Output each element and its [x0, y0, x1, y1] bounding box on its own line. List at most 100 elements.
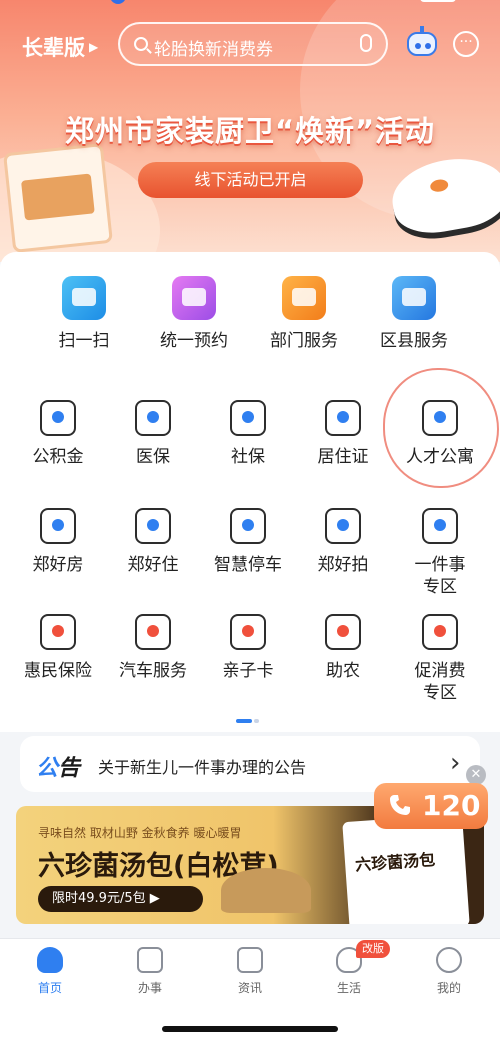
chevron-right-icon: › [450, 748, 461, 778]
car-person-icon [135, 614, 171, 650]
service-label: 社保 [231, 447, 265, 467]
basket-icon [325, 614, 361, 650]
overlap-squares-icon [422, 508, 458, 544]
service-label: 郑好住 [127, 555, 179, 575]
assistant-robot-icon[interactable] [405, 26, 439, 62]
district-icon [392, 276, 436, 320]
service-label: 郑好拍 [317, 555, 369, 575]
service-medical-insurance[interactable]: 医保 [103, 400, 203, 468]
medical-kit-icon [135, 400, 171, 436]
notice-tag: 公告 [36, 756, 81, 781]
notice-text: 关于新生儿一件事办理的公告 [98, 758, 307, 777]
service-car-service[interactable]: 汽车服务 [103, 614, 203, 682]
service-label: 汽车服务 [119, 661, 187, 681]
close-icon[interactable]: ✕ [466, 765, 486, 785]
tab-services[interactable]: 办事 [120, 947, 180, 996]
service-appointment[interactable]: 统一预约 [144, 276, 244, 352]
service-label: 扫一扫 [58, 331, 110, 351]
clock-icon [137, 947, 163, 973]
service-label: 医保 [136, 447, 170, 467]
ad-tagline: 寻味自然 取材山野 金秋食养 暖心暖胃 [38, 826, 242, 840]
service-departments[interactable]: 部门服务 [254, 276, 354, 352]
elder-mode-label: 长辈版 [22, 36, 85, 60]
scan-icon [62, 276, 106, 320]
service-benefit-insurance[interactable]: 惠民保险 [8, 614, 108, 682]
house-medal-icon [135, 508, 171, 544]
mushroom-image [221, 868, 311, 913]
tab-home[interactable]: 首页 [20, 947, 80, 996]
service-label: 公积金 [32, 447, 84, 467]
page-indicator [254, 719, 259, 723]
service-label: 一件事 专区 [414, 555, 466, 597]
service-zhenghaofang[interactable]: 郑好房 [8, 508, 108, 576]
id-card-icon [325, 400, 361, 436]
redesign-badge: 改版 [356, 940, 390, 958]
service-housing-fund[interactable]: 公积金 [8, 400, 108, 468]
home-indicator [162, 1026, 338, 1032]
service-scan[interactable]: 扫一扫 [34, 276, 134, 352]
banner-title: 郑州市家装厨卫“焕新”活动 [64, 114, 436, 148]
chevron-right-icon: ▶ [89, 40, 99, 54]
banner-activity-button[interactable]: 线下活动已开启 [138, 162, 363, 198]
ad-price-button[interactable]: 限时49.9元/5包 ▶ [38, 886, 203, 912]
department-icon [282, 276, 326, 320]
service-social-security[interactable]: 社保 [198, 400, 298, 468]
service-label: 助农 [326, 661, 360, 681]
document-icon [237, 947, 263, 973]
service-label: 惠民保险 [24, 661, 92, 681]
service-agriculture[interactable]: 助农 [293, 614, 393, 682]
camera-icon [325, 508, 361, 544]
service-districts[interactable]: 区县服务 [364, 276, 464, 352]
page-indicator-active [236, 719, 252, 723]
service-label: 居住证 [317, 447, 369, 467]
service-label: 区县服务 [380, 331, 448, 351]
service-consumption-zone[interactable]: 促消费 专区 [390, 614, 490, 704]
service-zhenghaozhu[interactable]: 郑好住 [103, 508, 203, 576]
home-icon [37, 947, 63, 973]
more-options-icon[interactable]: ··· [453, 31, 479, 57]
service-label: 统一预约 [160, 331, 228, 351]
service-label: 智慧停车 [214, 555, 282, 575]
hands-house-icon [40, 508, 76, 544]
tab-profile[interactable]: 我的 [419, 947, 479, 996]
product-package-image: 六珍菌汤包 [342, 813, 470, 924]
tab-label: 生活 [336, 981, 361, 995]
tab-news[interactable]: 资讯 [220, 947, 280, 996]
service-label: 亲子卡 [222, 661, 274, 681]
ticket-icon [422, 614, 458, 650]
tab-label: 首页 [37, 981, 62, 995]
elder-mode-switch[interactable]: 长辈版 ▶ [22, 32, 98, 62]
service-label: 部门服务 [270, 331, 338, 351]
appointment-icon [172, 276, 216, 320]
tab-label: 资讯 [237, 981, 262, 995]
location-icon [110, 0, 126, 4]
search-icon [134, 37, 148, 51]
user-icon [436, 947, 462, 973]
service-zhenghaopai[interactable]: 郑好拍 [293, 508, 393, 576]
microphone-icon[interactable] [360, 34, 372, 52]
service-parent-child-card[interactable]: 亲子卡 [198, 614, 298, 682]
card-icon [230, 400, 266, 436]
house-yen-icon [40, 400, 76, 436]
status-bar [0, 0, 500, 10]
shield-hands-icon [40, 614, 76, 650]
tab-label: 办事 [137, 981, 162, 995]
service-one-thing-zone[interactable]: 一件事 专区 [390, 508, 490, 598]
parking-car-icon [230, 508, 266, 544]
service-label: 郑好房 [32, 555, 84, 575]
emergency-number: 120 [422, 789, 481, 822]
search-placeholder: 轮胎换新消费券 [154, 40, 273, 60]
oven-illustration [3, 143, 113, 253]
search-bar[interactable]: 轮胎换新消费券 [118, 22, 388, 66]
emergency-call-button[interactable]: 120 [374, 783, 488, 829]
services-card: 扫一扫 统一预约 部门服务 区县服务 公积金 医保 社保 居住证 人才公寓 郑好… [0, 252, 500, 732]
service-smart-parking[interactable]: 智慧停车 [198, 508, 298, 576]
service-residence-permit[interactable]: 居住证 [293, 400, 393, 468]
tab-label: 我的 [436, 981, 461, 995]
phone-icon [390, 795, 410, 815]
service-label: 促消费 专区 [414, 661, 466, 703]
family-icon [230, 614, 266, 650]
battery-icon [420, 0, 456, 2]
hand-drawn-circle-annotation [383, 368, 499, 488]
package-text: 六珍菌汤包 [354, 849, 436, 875]
